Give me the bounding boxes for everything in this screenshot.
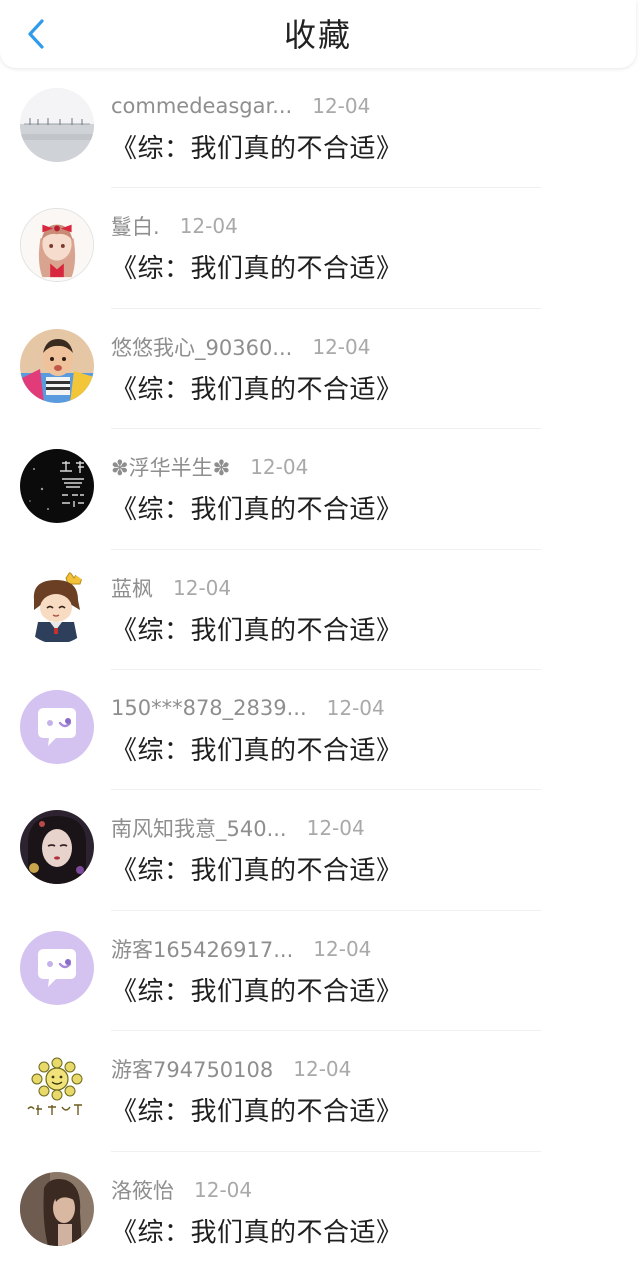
favorites-list: commedeasgar... 12-04 《综：我们真的不合适》 鬘白. 12…: [0, 68, 640, 1272]
book-title[interactable]: 《综：我们真的不合适》: [111, 489, 403, 526]
book-title[interactable]: 《综：我们真的不合适》: [111, 730, 403, 767]
list-item[interactable]: 洛筱怡 12-04 《综：我们真的不合适》: [0, 1152, 640, 1272]
date: 12-04: [313, 936, 372, 961]
portrait-photo-avatar-image: [20, 1171, 94, 1246]
snow-landscape-avatar-image: [20, 88, 94, 162]
item-meta: 150***878_2839... 12-04: [111, 694, 385, 722]
username[interactable]: 蓝枫: [111, 573, 153, 603]
book-title[interactable]: 《综：我们真的不合适》: [111, 248, 403, 285]
book-title[interactable]: 《综：我们真的不合适》: [111, 850, 403, 887]
username[interactable]: 悠悠我心_90360...: [111, 332, 292, 362]
book-title[interactable]: 《综：我们真的不合适》: [111, 369, 403, 406]
username[interactable]: 洛筱怡: [111, 1175, 174, 1205]
avatar[interactable]: [20, 1171, 94, 1246]
avatar[interactable]: [20, 208, 94, 283]
book-title[interactable]: 《综：我们真的不合适》: [111, 128, 403, 165]
list-item[interactable]: 游客794750108 12-04 《综：我们真的不合适》: [0, 1031, 640, 1152]
book-title[interactable]: 《综：我们真的不合适》: [111, 1091, 403, 1128]
avatar[interactable]: [20, 930, 94, 1005]
date: 12-04: [326, 695, 385, 720]
list-item[interactable]: 鬘白. 12-04 《综：我们真的不合适》: [0, 188, 640, 309]
item-meta: 蓝枫 12-04: [111, 574, 231, 602]
toddler-photo-avatar-image: [20, 328, 94, 403]
list-item[interactable]: 南风知我意_540... 12-04 《综：我们真的不合适》: [0, 790, 640, 911]
avatar[interactable]: [20, 88, 94, 162]
item-meta: 游客794750108 12-04: [111, 1055, 351, 1083]
dark-portrait-avatar-image: [20, 810, 94, 885]
item-meta: 洛筱怡 12-04: [111, 1176, 252, 1204]
username[interactable]: commedeasgar...: [111, 94, 292, 118]
list-item[interactable]: 蓝枫 12-04 《综：我们真的不合适》: [0, 550, 640, 670]
avatar[interactable]: [20, 810, 94, 885]
date: 12-04: [306, 816, 365, 841]
book-title[interactable]: 《综：我们真的不合适》: [111, 1212, 403, 1249]
list-item[interactable]: 150***878_2839... 12-04 《综：我们真的不合适》: [0, 670, 640, 791]
chibi-character-avatar-image: [20, 569, 94, 644]
chat-bubble-icon: [20, 689, 94, 764]
date: 12-04: [250, 455, 309, 480]
book-title[interactable]: 《综：我们真的不合适》: [111, 971, 403, 1008]
date: 12-04: [293, 1057, 352, 1082]
username[interactable]: 鬘白.: [111, 211, 160, 241]
top-navigation-bar: 收藏: [0, 0, 636, 68]
page-title: 收藏: [283, 16, 352, 54]
date: 12-04: [312, 334, 371, 359]
date: 12-04: [312, 94, 371, 118]
item-meta: 游客165426917... 12-04: [111, 935, 371, 963]
book-title[interactable]: 《综：我们真的不合适》: [111, 610, 403, 647]
username[interactable]: 游客165426917...: [111, 934, 293, 964]
date: 12-04: [194, 1177, 253, 1202]
item-meta: 南风知我意_540... 12-04: [111, 814, 365, 842]
anime-girl-avatar-image: [21, 209, 93, 282]
item-meta: 鬘白. 12-04: [111, 212, 238, 240]
avatar[interactable]: [20, 569, 94, 644]
list-item[interactable]: 游客165426917... 12-04 《综：我们真的不合适》: [0, 911, 640, 1032]
username[interactable]: 南风知我意_540...: [111, 813, 287, 843]
item-meta: 悠悠我心_90360... 12-04: [111, 333, 370, 361]
item-meta: commedeasgar... 12-04: [111, 92, 370, 120]
item-meta: ✽浮华半生✽ 12-04: [111, 453, 308, 481]
sun-emblem-avatar-image: [20, 1051, 94, 1126]
list-item[interactable]: 悠悠我心_90360... 12-04 《综：我们真的不合适》: [0, 309, 640, 430]
avatar[interactable]: [20, 1051, 94, 1126]
calligraphy-avatar-image: [20, 449, 94, 524]
list-item[interactable]: commedeasgar... 12-04 《综：我们真的不合适》: [0, 68, 640, 189]
list-item[interactable]: ✽浮华半生✽ 12-04 《综：我们真的不合适》: [0, 429, 640, 550]
chat-bubble-icon: [20, 930, 94, 1005]
avatar[interactable]: [20, 328, 94, 403]
avatar[interactable]: [20, 449, 94, 524]
username[interactable]: ✽浮华半生✽: [111, 452, 230, 482]
avatar[interactable]: [20, 689, 94, 764]
username[interactable]: 150***878_2839...: [111, 696, 307, 720]
date: 12-04: [173, 575, 232, 600]
date: 12-04: [179, 214, 238, 239]
username[interactable]: 游客794750108: [111, 1054, 273, 1084]
